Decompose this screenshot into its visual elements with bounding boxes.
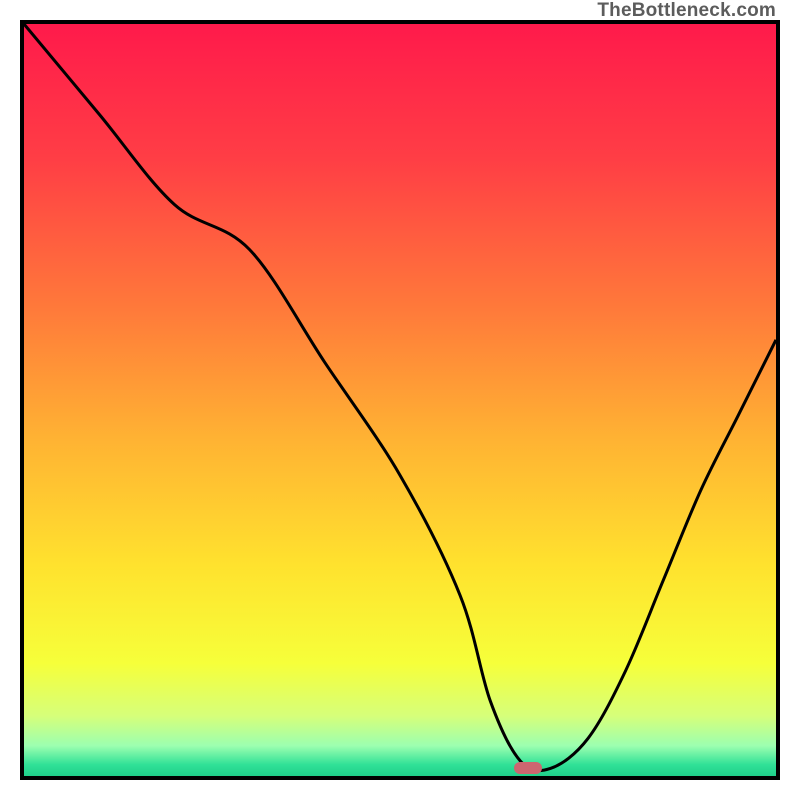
bottleneck-curve — [24, 24, 776, 771]
optimal-point-marker — [514, 762, 542, 774]
watermark-text: TheBottleneck.com — [597, 0, 776, 22]
chart-frame — [20, 20, 780, 780]
chart-curve-layer — [24, 24, 776, 776]
